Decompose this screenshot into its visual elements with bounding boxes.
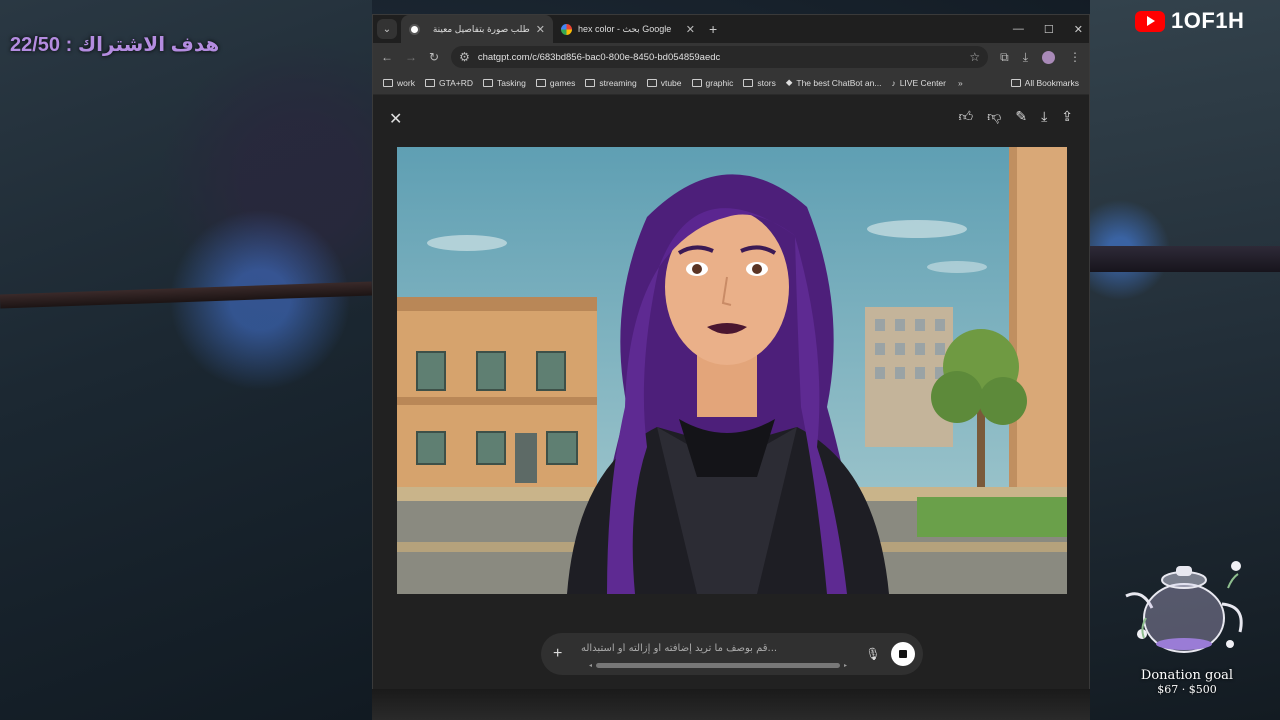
diamond-icon: ◆ (785, 77, 793, 87)
folder-icon (483, 78, 494, 87)
add-attachment-button[interactable]: + (553, 645, 573, 663)
window-controls: — ☐ ✕ (1013, 15, 1083, 43)
maximize-icon[interactable]: ☐ (1044, 23, 1054, 36)
bookmark-label: All Bookmarks (1024, 77, 1079, 88)
tab-chatgpt[interactable]: طلب صورة بتفاصيل معينة ✕ (401, 15, 553, 43)
tab-strip: ⌄ طلب صورة بتفاصيل معينة ✕ hex color - ب… (373, 15, 1089, 43)
bookmark-label: work (397, 77, 415, 88)
bookmark-chatbot[interactable]: ◆ The best ChatBot an... (786, 77, 882, 88)
tab-google[interactable]: hex color - بحث Google ✕ (553, 15, 703, 43)
image-actions: 👍︎ 👎︎ ✎ ⤓ ⇪ (958, 108, 1073, 125)
stream-background-left (0, 0, 373, 720)
reload-icon[interactable]: ↻ (429, 50, 439, 64)
stop-button[interactable] (891, 642, 915, 666)
donation-goal-label: Donation goal (1140, 668, 1234, 683)
download-icon[interactable]: ⤓ (1041, 108, 1047, 125)
scroll-right-icon[interactable]: ▸ (844, 662, 847, 669)
address-bar[interactable]: ⚙ chatgpt.com/c/683bd856-bac0-800e-8450-… (451, 46, 989, 68)
bookmarks-bar: work GTA+RD Tasking games streaming vtub… (373, 71, 1089, 95)
bookmark-star-icon[interactable]: ☆ (969, 50, 980, 64)
microphone-icon[interactable]: 🎙︎ (863, 647, 883, 661)
tiktok-icon: ♪ (891, 77, 896, 88)
edit-composer: + ◂ ▸ 🎙︎ (541, 633, 923, 675)
tab-search-button[interactable]: ⌄ (377, 19, 397, 39)
close-icon[interactable]: ✕ (686, 23, 695, 36)
bookmark-label: The best ChatBot an... (796, 77, 882, 88)
thumbs-up-icon[interactable]: 👍︎ (958, 108, 973, 125)
folder-icon (424, 78, 435, 87)
edit-image-icon[interactable]: ✎ (1015, 108, 1027, 125)
generated-image (397, 147, 1067, 594)
donation-goal-amount: $67 · $500 (1157, 683, 1217, 696)
generated-image-art (397, 147, 1067, 594)
thumbs-down-icon[interactable]: 👎︎ (987, 108, 1001, 125)
download-icon[interactable]: ⤓ (1023, 50, 1028, 65)
share-icon[interactable]: ⇪ (1061, 108, 1073, 125)
bookmark-label: Tasking (497, 77, 526, 88)
folder-icon (383, 78, 393, 87)
menu-icon[interactable]: ⋮ (1069, 50, 1081, 64)
edit-prompt-input[interactable] (581, 638, 855, 659)
all-bookmarks[interactable]: All Bookmarks (1010, 77, 1079, 88)
channel-brand: 1OF1H (1135, 8, 1244, 34)
close-icon[interactable]: ✕ (389, 109, 402, 129)
bookmark-label: graphic (705, 77, 734, 88)
folder-icon (646, 78, 657, 87)
bookmark-folder-tasking[interactable]: Tasking (483, 78, 526, 88)
bookmark-label: streaming (599, 77, 637, 88)
bookmark-folder-work[interactable]: work (383, 78, 415, 88)
back-icon[interactable]: ← (381, 50, 393, 64)
bookmark-label: stors (757, 77, 776, 88)
toolbar-icons: ⧉ ⤓ ⋮ (1000, 50, 1081, 65)
input-scrollbar[interactable]: ◂ ▸ (589, 662, 847, 669)
bookmark-folder-graphic[interactable]: graphic (691, 77, 734, 88)
teapot-icon (1112, 558, 1262, 664)
bookmark-folder-gta-rd[interactable]: GTA+RD (424, 77, 474, 88)
bookmark-folder-vtube[interactable]: vtube (646, 77, 682, 88)
bookmark-folder-games[interactable]: games (535, 77, 576, 88)
site-info-icon[interactable]: ⚙ (459, 50, 470, 64)
background-staff (1090, 246, 1280, 272)
youtube-icon (1135, 10, 1165, 32)
subscriber-goal: هدف الاشتراك : 22/50 (10, 34, 220, 56)
close-icon[interactable]: ✕ (536, 23, 545, 36)
bookmark-live-center[interactable]: ♪ LIVE Center (891, 78, 946, 88)
folder-icon (1010, 78, 1021, 87)
donation-widget: Donation goal $67 · $500 (1112, 558, 1262, 696)
new-tab-button[interactable]: + (709, 21, 717, 37)
tab-title: طلب صورة بتفاصيل معينة (432, 23, 530, 34)
folder-icon (691, 78, 702, 87)
bookmark-label: LIVE Center (899, 77, 946, 88)
profile-avatar[interactable] (1042, 50, 1055, 64)
channel-name: 1OF1H (1171, 8, 1245, 33)
forward-icon[interactable]: → (405, 50, 417, 64)
minimize-icon[interactable]: — (1013, 23, 1024, 35)
folder-icon (585, 78, 596, 87)
bookmark-folder-stors[interactable]: stors (743, 77, 776, 88)
browser-toolbar: ← → ↻ ⚙ chatgpt.com/c/683bd856-bac0-800e… (373, 43, 1089, 71)
bookmark-folder-streaming[interactable]: streaming (585, 77, 637, 88)
folder-icon (743, 78, 754, 87)
chevron-down-icon: ⌄ (382, 23, 392, 35)
tab-title: hex color - بحث Google (578, 23, 672, 34)
close-window-icon[interactable]: ✕ (1074, 23, 1083, 36)
bookmark-label: vtube (660, 77, 682, 88)
bookmark-label: games (549, 77, 576, 88)
bookmarks-overflow-icon[interactable]: » (958, 78, 963, 88)
browser-window: ⌄ طلب صورة بتفاصيل معينة ✕ hex color - ب… (372, 14, 1090, 689)
scroll-left-icon[interactable]: ◂ (589, 662, 592, 669)
extensions-icon[interactable]: ⧉ (1000, 50, 1009, 65)
url-text: chatgpt.com/c/683bd856-bac0-800e-8450-bd… (477, 51, 721, 63)
background-staff (0, 281, 373, 309)
scrollbar-thumb[interactable] (596, 662, 840, 668)
folder-icon (535, 78, 546, 87)
stream-background-bottom (372, 689, 1090, 720)
chatgpt-icon (409, 23, 420, 35)
image-viewer: ✕ 👍︎ 👎︎ ✎ ⤓ ⇪ + ...قم بوصف ما تريد إضافت… (373, 95, 1089, 689)
google-icon (561, 23, 572, 35)
edit-input-wrapper: ◂ ▸ (581, 638, 855, 670)
bookmark-label: GTA+RD (438, 77, 474, 88)
